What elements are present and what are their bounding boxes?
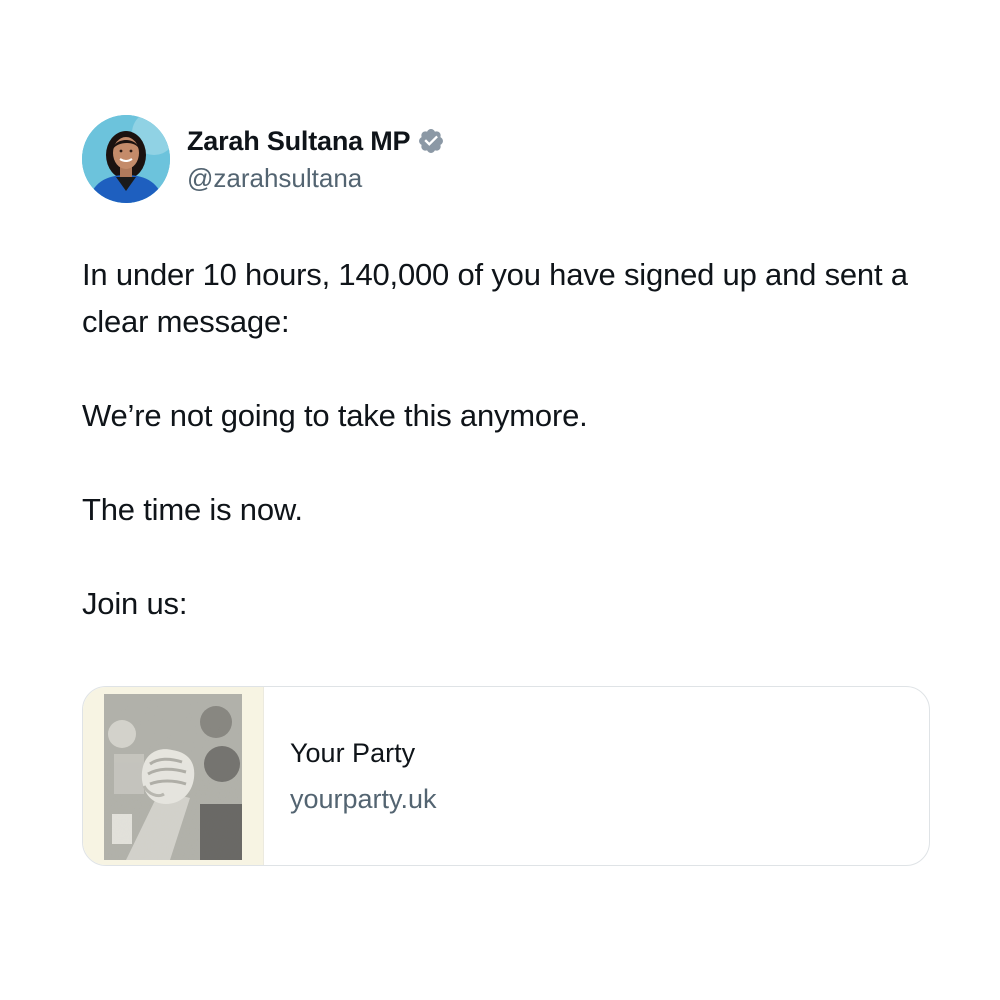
tweet-paragraph: Join us:	[82, 586, 188, 621]
link-card-domain: yourparty.uk	[290, 784, 437, 814]
link-card-text: Your Party yourparty.uk	[264, 687, 437, 865]
handle[interactable]: @zarahsultana	[187, 161, 445, 195]
tweet-paragraph: We’re not going to take this anymore.	[82, 398, 588, 433]
name-row: Zarah Sultana MP	[187, 123, 445, 159]
author-names: Zarah Sultana MP @zarahsultana	[187, 123, 445, 195]
link-card[interactable]: Your Party yourparty.uk	[82, 686, 930, 866]
avatar[interactable]	[82, 115, 170, 203]
tweet: Zarah Sultana MP @zarahsultana In under …	[82, 114, 930, 627]
verified-badge-icon	[417, 127, 445, 155]
tweet-text: In under 10 hours, 140,000 of you have s…	[82, 251, 930, 627]
display-name[interactable]: Zarah Sultana MP	[187, 126, 411, 157]
link-card-title: Your Party	[290, 738, 416, 768]
avatar-image	[82, 115, 170, 203]
tweet-header: Zarah Sultana MP @zarahsultana	[82, 114, 930, 204]
tweet-paragraph: In under 10 hours, 140,000 of you have s…	[82, 257, 908, 339]
raised-fist-photo	[104, 694, 242, 860]
link-card-thumbnail	[83, 687, 264, 865]
tweet-paragraph: The time is now.	[82, 492, 303, 527]
